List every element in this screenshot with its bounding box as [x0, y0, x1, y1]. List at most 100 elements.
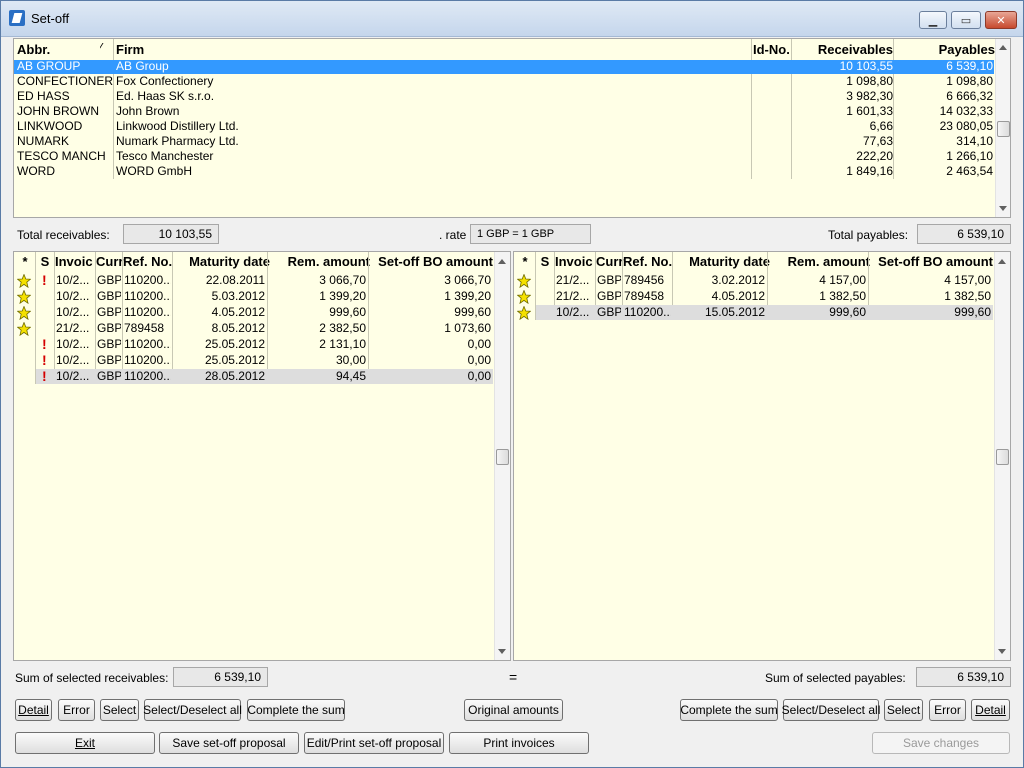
- exclamation-icon: !: [42, 336, 47, 352]
- firm-cell-payables: 14 032,33: [939, 104, 993, 118]
- scroll-up-icon[interactable]: [498, 259, 506, 264]
- column-header-payables[interactable]: Payables: [894, 42, 995, 60]
- sort-indicator-icon: ⁄: [100, 42, 102, 53]
- exchange-rate-value: 1 GBP = 1 GBP: [470, 224, 591, 244]
- column-header-invoice[interactable]: Invoic: [555, 254, 597, 272]
- complete-sum-button-left[interactable]: Complete the sum: [247, 699, 345, 721]
- column-header-currency[interactable]: Curr: [596, 254, 624, 272]
- print-invoices-button[interactable]: Print invoices: [449, 732, 589, 754]
- column-header-maturity[interactable]: Maturity date: [674, 254, 770, 272]
- cell-maturity: 8.05.2012: [211, 321, 265, 335]
- firm-cell-payables: 6 539,10: [946, 59, 993, 73]
- receivables-grid[interactable]: * S Invoic Curr Ref. No. Maturity date Rem. am…: [13, 251, 511, 661]
- cell-setoff: 0,00: [467, 337, 491, 351]
- document-row[interactable]: 21/2... GBP 789456 3.02.2012 4 157,00 4 157,0…: [514, 273, 993, 289]
- scroll-thumb[interactable]: [496, 449, 509, 465]
- complete-sum-button-right[interactable]: Complete the sum: [680, 699, 778, 721]
- cell-invoice: 10/2...: [56, 305, 90, 319]
- firm-row[interactable]: ED HASS Ed. Haas SK s.r.o. 3 982,30 6 666,3…: [14, 89, 994, 105]
- firm-cell-firm: Tesco Manchester: [116, 149, 214, 163]
- exit-button[interactable]: Exit: [15, 732, 155, 754]
- detail-button-label: Detail: [975, 703, 1006, 717]
- document-row[interactable]: 10/2... GBP 110200... 4.05.2012 999,60 999,60: [14, 305, 493, 321]
- select-button-right[interactable]: Select: [884, 699, 923, 721]
- original-amounts-button[interactable]: Original amounts: [464, 699, 563, 721]
- column-header-ref-no[interactable]: Ref. No.: [623, 254, 679, 272]
- column-header-currency[interactable]: Curr: [96, 254, 124, 272]
- column-header-s[interactable]: S: [538, 254, 552, 272]
- document-row[interactable]: ! 10/2... GBP 110200... 25.05.2012 2 131,10 0,…: [14, 337, 493, 353]
- firm-cell-receivables: 1 849,16: [846, 164, 893, 178]
- document-row[interactable]: 10/2... GBP 110200... 5.03.2012 1 399,20 1 39…: [14, 289, 493, 305]
- select-deselect-all-button-left[interactable]: Select/Deselect all: [143, 699, 242, 721]
- scroll-thumb[interactable]: [997, 121, 1010, 137]
- column-header-abbr[interactable]: Abbr.: [17, 42, 97, 60]
- scroll-up-icon[interactable]: [999, 45, 1007, 50]
- cell-maturity: 22.08.2011: [205, 273, 265, 287]
- column-header-setoff[interactable]: Set-off BO amount: [370, 254, 493, 272]
- column-header-ref-no[interactable]: Ref. No.: [123, 254, 179, 272]
- detail-button-left[interactable]: Detail: [15, 699, 52, 721]
- firm-row[interactable]: NUMARK Numark Pharmacy Ltd. 77,63 314,10: [14, 134, 994, 150]
- error-button-right[interactable]: Error: [929, 699, 966, 721]
- column-header-setoff[interactable]: Set-off BO amount: [870, 254, 993, 272]
- column-header-receivables[interactable]: Receivables: [793, 42, 893, 60]
- firm-row[interactable]: JOHN BROWN John Brown 1 601,33 14 032,33: [14, 104, 994, 120]
- setoff-window: Set-off ▁ ▭ ✕ Abbr. ⁄ Firm Id-No. Receiv…: [0, 0, 1024, 768]
- column-header-rem-amount[interactable]: Rem. amount: [770, 254, 870, 272]
- error-button-left[interactable]: Error: [58, 699, 95, 721]
- scroll-down-icon[interactable]: [998, 649, 1006, 654]
- firm-cell-receivables: 3 982,30: [846, 89, 893, 103]
- document-row[interactable]: 21/2... GBP 789458 8.05.2012 2 382,50 1 073,6…: [14, 321, 493, 337]
- column-header-s[interactable]: S: [38, 254, 52, 272]
- cell-rem-amount: 2 131,10: [319, 337, 366, 351]
- firm-row[interactable]: LINKWOOD Linkwood Distillery Ltd. 6,66 23 0…: [14, 119, 994, 135]
- select-deselect-all-button-right[interactable]: Select/Deselect all: [782, 699, 880, 721]
- star-icon: [17, 322, 31, 336]
- payables-scrollbar[interactable]: [994, 252, 1010, 660]
- document-row[interactable]: ! 10/2... GBP 110200... 28.05.2012 94,45 0,00: [14, 369, 493, 385]
- firm-row[interactable]: AB GROUP AB Group 10 103,55 6 539,10: [14, 59, 994, 75]
- firms-grid[interactable]: Abbr. ⁄ Firm Id-No. Receivables Payables…: [13, 38, 1011, 218]
- document-row[interactable]: 21/2... GBP 789458 4.05.2012 1 382,50 1 382,5…: [514, 289, 993, 305]
- minimize-button[interactable]: ▁: [919, 11, 947, 29]
- close-button[interactable]: ✕: [985, 11, 1017, 29]
- maximize-button[interactable]: ▭: [951, 11, 981, 29]
- scroll-down-icon[interactable]: [498, 649, 506, 654]
- scroll-up-icon[interactable]: [998, 259, 1006, 264]
- cell-setoff: 999,60: [954, 305, 991, 319]
- column-header-star[interactable]: *: [518, 254, 532, 272]
- scroll-down-icon[interactable]: [999, 206, 1007, 211]
- scroll-thumb[interactable]: [996, 449, 1009, 465]
- column-header-firm[interactable]: Firm: [116, 42, 316, 60]
- total-receivables-value: 10 103,55: [123, 224, 219, 244]
- cell-setoff: 3 066,70: [444, 273, 491, 287]
- column-header-maturity[interactable]: Maturity date: [174, 254, 270, 272]
- edit-print-setoff-proposal-button[interactable]: Edit/Print set-off proposal: [304, 732, 444, 754]
- sum-selected-receivables-value: 6 539,10: [173, 667, 268, 687]
- column-header-invoice[interactable]: Invoic: [55, 254, 97, 272]
- firm-row[interactable]: CONFECTIONERY Fox Confectionery 1 098,80 1 …: [14, 74, 994, 90]
- cell-invoice: 21/2...: [56, 321, 90, 335]
- detail-button-right[interactable]: Detail: [971, 699, 1010, 721]
- firm-row[interactable]: WORD WORD GmbH 1 849,16 2 463,54: [14, 164, 994, 180]
- column-header-rem-amount[interactable]: Rem. amount: [270, 254, 370, 272]
- cell-rem-amount: 999,60: [829, 305, 866, 319]
- cell-maturity: 5.03.2012: [211, 289, 265, 303]
- document-row[interactable]: ! 10/2... GBP 110200... 22.08.2011 3 066,70 3 …: [14, 273, 493, 289]
- document-row[interactable]: 10/2... GBP 110200... 15.05.2012 999,60 999,6…: [514, 305, 993, 321]
- firm-cell-abbr: ED HASS: [17, 89, 70, 103]
- firms-scrollbar[interactable]: [995, 39, 1010, 217]
- select-button-left[interactable]: Select: [100, 699, 139, 721]
- total-receivables-label: Total receivables:: [17, 228, 110, 242]
- receivables-scrollbar[interactable]: [494, 252, 510, 660]
- payables-grid[interactable]: * S Invoic Curr Ref. No. Maturity date Rem. am…: [513, 251, 1011, 661]
- firm-row[interactable]: TESCO MANCH Tesco Manchester 222,20 1 266,1…: [14, 149, 994, 165]
- column-header-star[interactable]: *: [18, 254, 32, 272]
- save-setoff-proposal-button[interactable]: Save set-off proposal: [159, 732, 299, 754]
- save-changes-button[interactable]: Save changes: [872, 732, 1010, 754]
- firm-cell-payables: 6 666,32: [946, 89, 993, 103]
- firm-cell-payables: 2 463,54: [946, 164, 993, 178]
- document-row[interactable]: ! 10/2... GBP 110200... 25.05.2012 30,00 0,00: [14, 353, 493, 369]
- cell-invoice: 10/2...: [56, 273, 90, 287]
